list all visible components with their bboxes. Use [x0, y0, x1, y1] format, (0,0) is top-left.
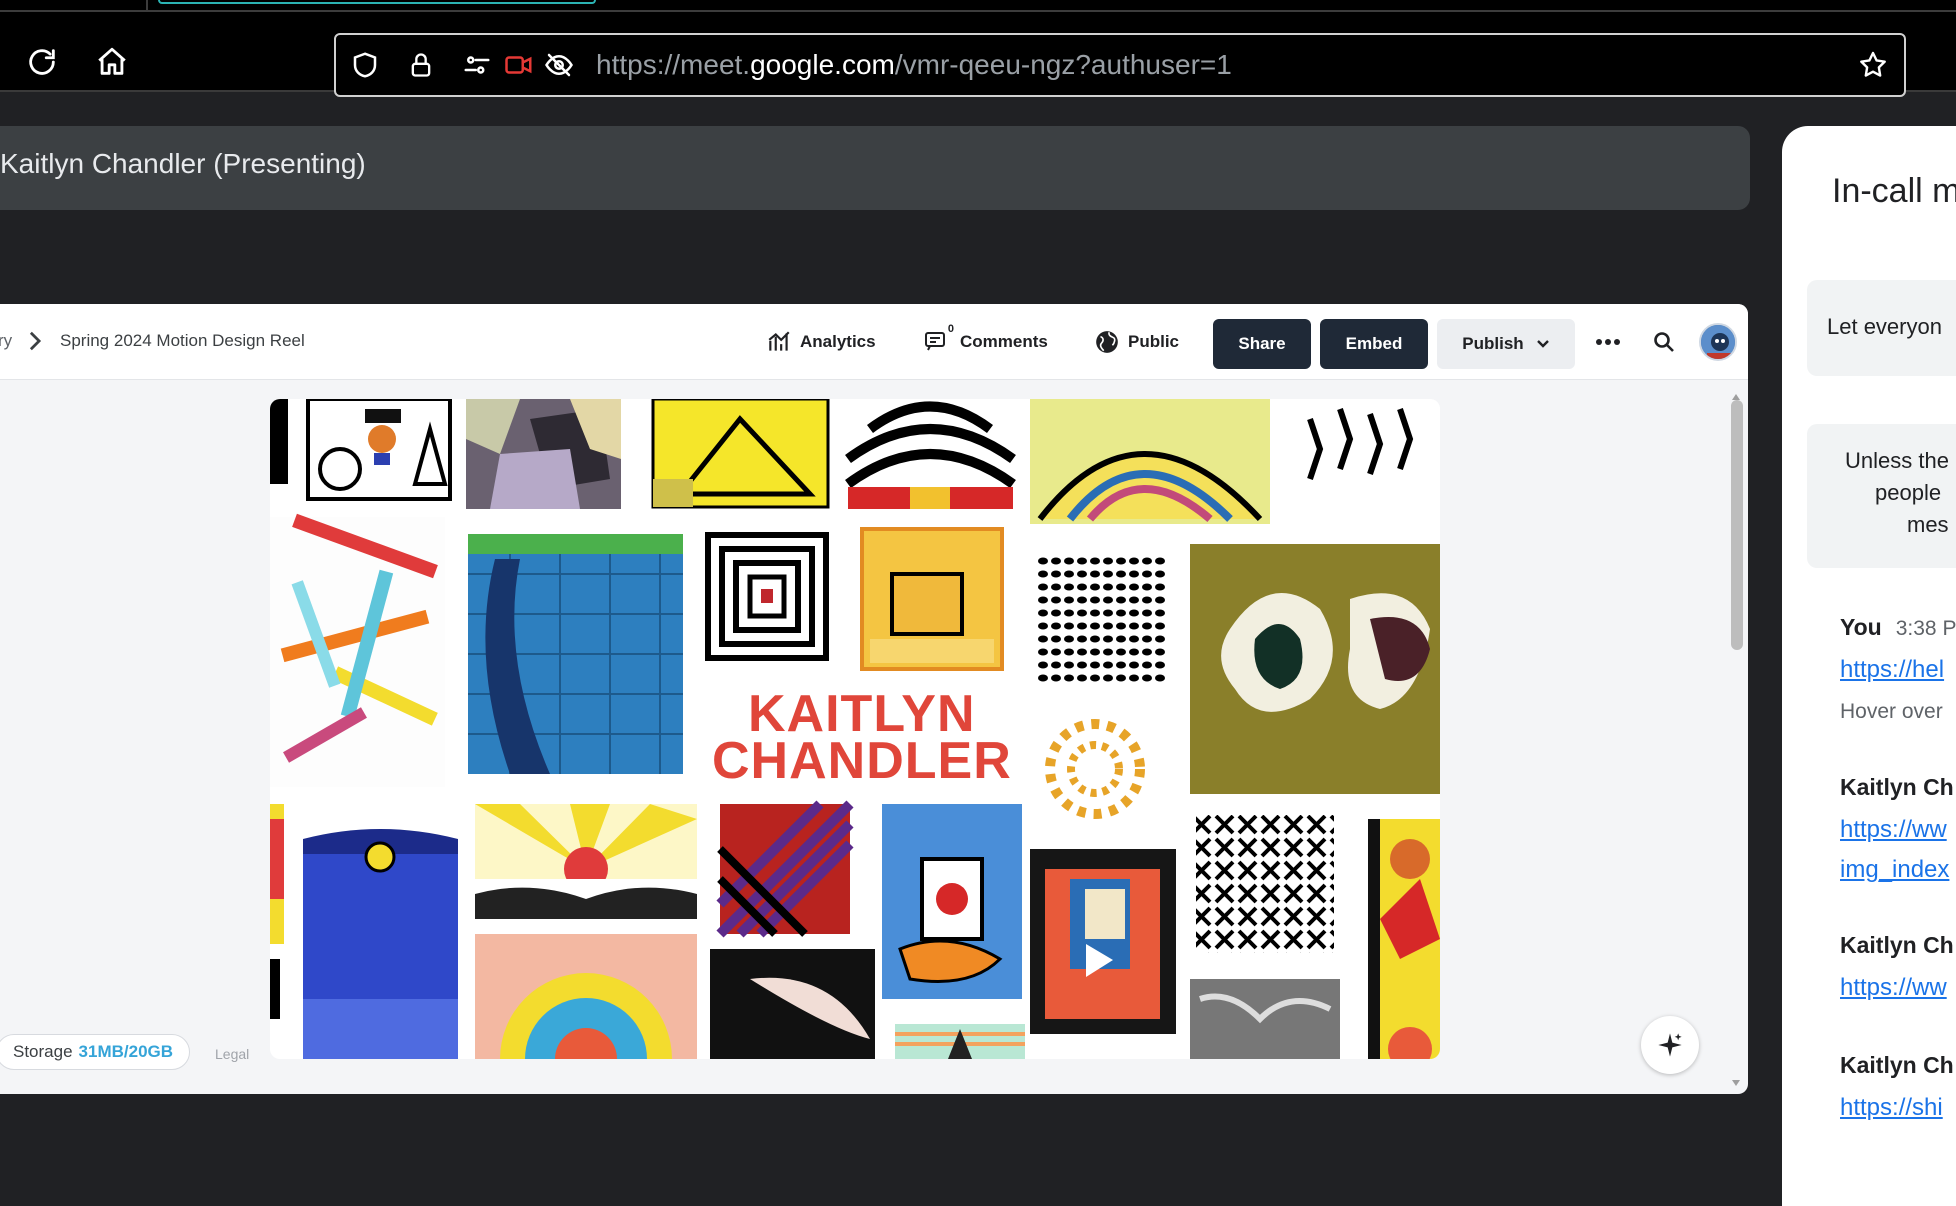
panel-title: In-call m: [1832, 172, 1956, 210]
legal-link[interactable]: Legal: [215, 1046, 249, 1062]
message-time: 3:38 P: [1895, 617, 1956, 640]
scrollbar-thumb[interactable]: [1731, 400, 1743, 650]
in-call-messages-panel: In-call m Let everyon Unless the people …: [1782, 126, 1956, 1206]
url-text[interactable]: https://meet.google.com/vmr-qeeu-ngz?aut…: [596, 45, 1232, 85]
search-icon[interactable]: [1652, 330, 1676, 359]
info-line-2: people: [1875, 480, 1942, 505]
info-line-1: Unless the: [1845, 448, 1949, 473]
shared-screen: ry Spring 2024 Motion Design Reel Analyt…: [0, 304, 1748, 1094]
home-icon[interactable]: [92, 42, 132, 82]
browser-toolbar: https://meet.google.com/vmr-qeeu-ngz?aut…: [0, 12, 1956, 97]
sparkle-icon: [1658, 1033, 1682, 1057]
avatar[interactable]: [1699, 323, 1737, 361]
tracking-off-icon[interactable]: [542, 48, 576, 82]
permissions-icon[interactable]: [460, 48, 494, 82]
message-link[interactable]: https://ww: [1840, 974, 1947, 1002]
portfolio-cover-collage[interactable]: KAITLYN CHANDLER: [270, 399, 1440, 1059]
message-sender: Kaitlyn Ch: [1840, 1052, 1954, 1078]
visibility-label: Public: [1128, 332, 1180, 351]
comments-icon: 0: [922, 323, 954, 355]
message-text: Hover over: [1840, 700, 1943, 723]
message-link[interactable]: https://hel: [1840, 656, 1944, 684]
analytics-label: Analytics: [800, 332, 876, 351]
breadcrumb-current: Spring 2024 Motion Design Reel: [60, 331, 305, 350]
message-link[interactable]: https://ww: [1840, 816, 1947, 844]
ai-assistant-button[interactable]: [1641, 1016, 1699, 1074]
artwork-name-line2: CHANDLER: [712, 732, 1012, 790]
message-sender: Kaitlyn Ch: [1840, 774, 1954, 800]
globe-icon: [1096, 331, 1118, 353]
lock-icon[interactable]: [404, 48, 438, 82]
more-options-icon[interactable]: [1594, 332, 1622, 357]
presenter-name: Kaitlyn Chandler (Presenting): [0, 148, 366, 179]
message-setting-text: Let everyon: [1827, 314, 1942, 339]
comments-count: 0: [947, 323, 954, 335]
message-sender: You 3:38 P: [1840, 614, 1956, 640]
analytics-button[interactable]: Analytics: [766, 328, 876, 356]
storage-value: 31MB/20GB: [78, 1042, 174, 1061]
bookmark-star-icon[interactable]: [1856, 48, 1890, 82]
message-sender: Kaitlyn Ch: [1840, 932, 1954, 958]
reload-icon[interactable]: [22, 42, 62, 82]
publish-button[interactable]: Publish: [1437, 319, 1575, 369]
storage-indicator[interactable]: Storage 31MB/20GB: [0, 1034, 191, 1070]
message-link[interactable]: https://shi: [1840, 1094, 1943, 1122]
share-button[interactable]: Share: [1213, 319, 1311, 369]
storage-label: Storage: [13, 1042, 73, 1061]
analytics-icon: [768, 331, 790, 351]
address-bar[interactable]: https://meet.google.com/vmr-qeeu-ngz?aut…: [334, 33, 1906, 97]
info-line-3: mes: [1907, 512, 1949, 537]
comments-button[interactable]: 0 Comments: [922, 323, 1048, 356]
presenting-banner: Kaitlyn Chandler (Presenting): [0, 126, 1750, 210]
chevron-right-icon: [28, 330, 42, 357]
message-setting-card[interactable]: Let everyon: [1807, 280, 1956, 376]
breadcrumb-parent[interactable]: ry: [0, 331, 12, 351]
embed-button[interactable]: Embed: [1320, 319, 1428, 369]
active-tab[interactable]: [158, 0, 596, 4]
camera-blocked-icon[interactable]: [502, 48, 536, 82]
messages-info-card: Unless the people mes: [1807, 424, 1956, 568]
tab-divider: [146, 0, 148, 12]
message-link[interactable]: img_index: [1840, 856, 1949, 884]
comments-label: Comments: [960, 332, 1048, 351]
visibility-button[interactable]: Public: [1094, 328, 1179, 356]
chevron-down-icon: [1536, 340, 1549, 348]
shield-icon[interactable]: [348, 48, 382, 82]
portfolio-app-header: ry Spring 2024 Motion Design Reel Analyt…: [0, 304, 1748, 380]
publish-label: Publish: [1462, 334, 1524, 353]
